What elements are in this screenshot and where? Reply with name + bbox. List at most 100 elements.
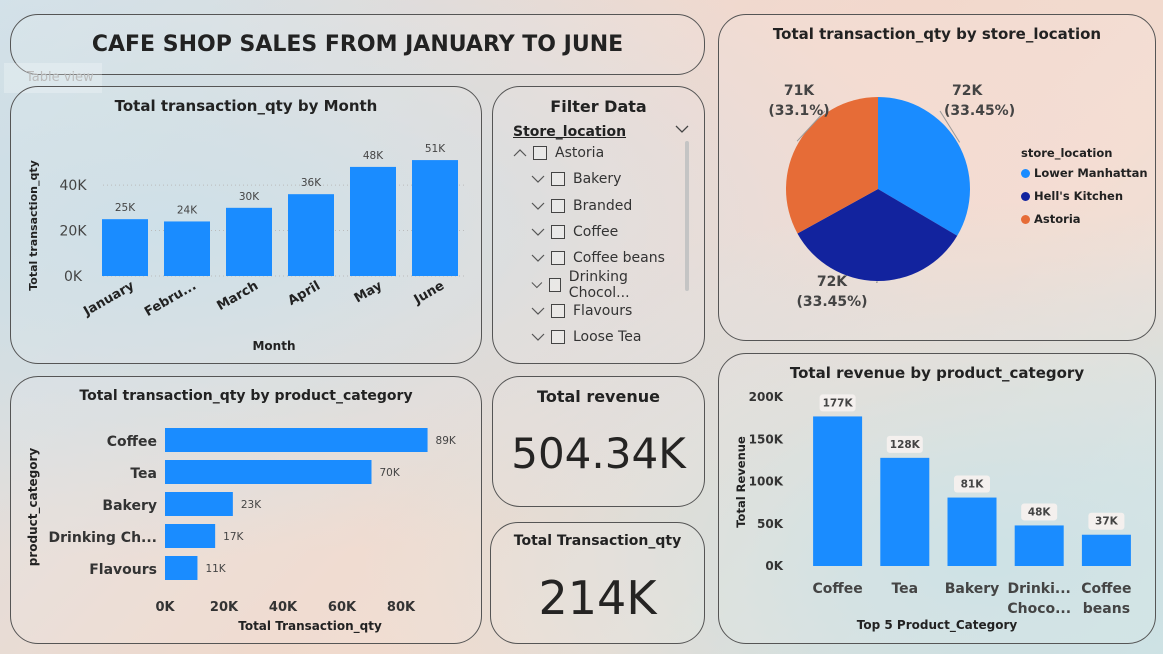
y-axis-title: Total Revenue [734, 436, 748, 528]
checkbox[interactable] [551, 172, 565, 187]
data-label: 17K [223, 531, 244, 543]
x-tick-label: January [80, 278, 137, 320]
data-label: 70K [380, 467, 401, 479]
bar-revenue [813, 416, 863, 566]
y-tick-label: Bakery [102, 498, 157, 514]
data-label: 48K [363, 150, 384, 162]
bar-month [350, 166, 396, 276]
pie-percent-label: (33.45%) [796, 294, 867, 310]
filter-card: Filter Data Store_location Astoria Bakery… [492, 86, 705, 364]
checkbox[interactable] [551, 198, 565, 213]
x-tick-label: Coffee [812, 581, 862, 597]
legend-item-lower-manhattan[interactable]: Lower Manhattan [1021, 166, 1148, 180]
x-tick-label: beans [1083, 601, 1130, 617]
revenue-chart: 0K 50K 100K 150K 200K Total Revenue 177K Coffee… [734, 390, 1132, 633]
filter-item[interactable]: Drinking Chocol... [531, 269, 673, 301]
bar-revenue [947, 497, 997, 566]
filter-field-dropdown[interactable]: Store_location [513, 121, 689, 141]
y-tick-label: 50K [757, 517, 784, 531]
y-axis-title: Total transaction_qty [27, 160, 40, 291]
pie-value-label: 71K [784, 83, 815, 99]
data-label: 89K [436, 435, 457, 447]
x-tick-label: May [352, 278, 386, 306]
chevron-down-icon[interactable] [531, 172, 545, 186]
x-tick-label: Coffee [1081, 581, 1131, 597]
filter-item-label: Bakery [573, 171, 622, 188]
chevron-down-icon[interactable] [531, 304, 545, 318]
chevron-down-icon[interactable] [531, 199, 545, 213]
pie-legend: store_location Lower Manhattan Hell's Ki… [1021, 146, 1151, 236]
kpi-qty-value: 214K [538, 571, 657, 625]
data-label: 128K [890, 439, 921, 451]
checkbox[interactable] [551, 224, 565, 239]
filter-item-label: Drinking Chocol... [568, 268, 630, 301]
revenue-chart-card: Total revenue by product_category 0K 50K 1… [718, 353, 1156, 644]
month-chart-card: Total transaction_qty by Month 0K 20K 40K T… [10, 86, 482, 364]
pie-chart: 72K (33.45%) 72K (33.45%) 71K (33.1%) [768, 83, 1015, 310]
bar-month [288, 194, 334, 276]
chevron-down-icon[interactable] [531, 225, 545, 239]
bar-revenue [1081, 534, 1131, 566]
bar-month [164, 221, 210, 276]
x-tick-label: Drinki... [1008, 581, 1071, 597]
kpi-revenue-title: Total revenue [537, 387, 660, 406]
checkbox[interactable] [551, 303, 565, 318]
kpi-revenue-value: 504.34K [511, 429, 686, 478]
filter-item[interactable]: Bakery [531, 167, 621, 191]
filter-item[interactable]: Coffee beans [531, 246, 665, 270]
x-tick-label: June [411, 278, 447, 308]
y-tick-label: 200K [749, 390, 784, 404]
legend-dot [1021, 168, 1030, 178]
data-label: 30K [239, 191, 260, 203]
x-tick-label: April [285, 278, 323, 308]
checkbox[interactable] [533, 146, 547, 160]
pie-chart-card: Total transaction_qty by store_location … [718, 14, 1156, 341]
filter-item-label: Coffee beans [573, 250, 665, 267]
chevron-down-icon [675, 125, 689, 133]
filter-item[interactable]: Branded [531, 194, 632, 218]
y-tick-label: 0K [64, 269, 83, 285]
y-tick-label: Tea [130, 466, 157, 482]
dashboard-title: CAFE SHOP SALES FROM JANUARY TO JUNE [91, 32, 624, 57]
filter-item-label: Branded [573, 197, 633, 214]
category-chart-card: Total transaction_qty by product_categor… [10, 376, 482, 644]
x-tick-label: Bakery [945, 581, 1000, 597]
filter-list: Astoria Bakery Branded Coffee Coffee beans Dr… [513, 141, 673, 351]
checkbox[interactable] [551, 330, 565, 345]
bar-category [165, 556, 198, 580]
legend-title: store_location [1021, 146, 1113, 160]
chevron-down-icon[interactable] [531, 251, 545, 265]
filter-item[interactable]: Astoria [513, 141, 604, 165]
bar-category [165, 492, 233, 516]
data-label: 51K [425, 143, 446, 155]
bar-revenue [1014, 525, 1064, 566]
x-axis-title: Top 5 Product_Category [857, 618, 1018, 633]
x-tick-label: March [214, 278, 261, 314]
y-tick-label: 100K [749, 475, 784, 489]
filter-item[interactable]: Coffee [531, 220, 618, 244]
legend-label: Astoria [1034, 212, 1081, 226]
filter-item-label: Loose Tea [573, 329, 642, 346]
filter-item[interactable]: Flavours [531, 299, 632, 323]
chevron-down-icon[interactable] [531, 278, 543, 292]
bar-month [102, 219, 148, 276]
checkbox[interactable] [551, 251, 565, 266]
pie-value-label: 72K [952, 83, 983, 99]
filter-item[interactable]: Loose Tea [531, 325, 641, 349]
pie-percent-label: (33.1%) [768, 103, 829, 119]
filter-title: Filter Data [550, 97, 647, 116]
y-tick-label: 20K [60, 224, 88, 240]
checkbox[interactable] [548, 277, 561, 292]
data-label: 177K [823, 397, 854, 409]
y-axis-title: product_category [26, 448, 41, 567]
data-label: 36K [301, 177, 322, 189]
filter-scrollbar[interactable] [685, 141, 689, 291]
y-tick-label: 0K [765, 559, 783, 573]
legend-item-astoria[interactable]: Astoria [1021, 212, 1081, 226]
chevron-down-icon[interactable] [531, 330, 545, 344]
chevron-up-icon[interactable] [513, 146, 527, 160]
pie-value-label: 72K [817, 274, 848, 290]
legend-item-hells-kitchen[interactable]: Hell's Kitchen [1021, 189, 1123, 203]
kpi-revenue-card: Total revenue 504.34K [492, 376, 705, 507]
legend-label: Lower Manhattan [1034, 166, 1148, 180]
